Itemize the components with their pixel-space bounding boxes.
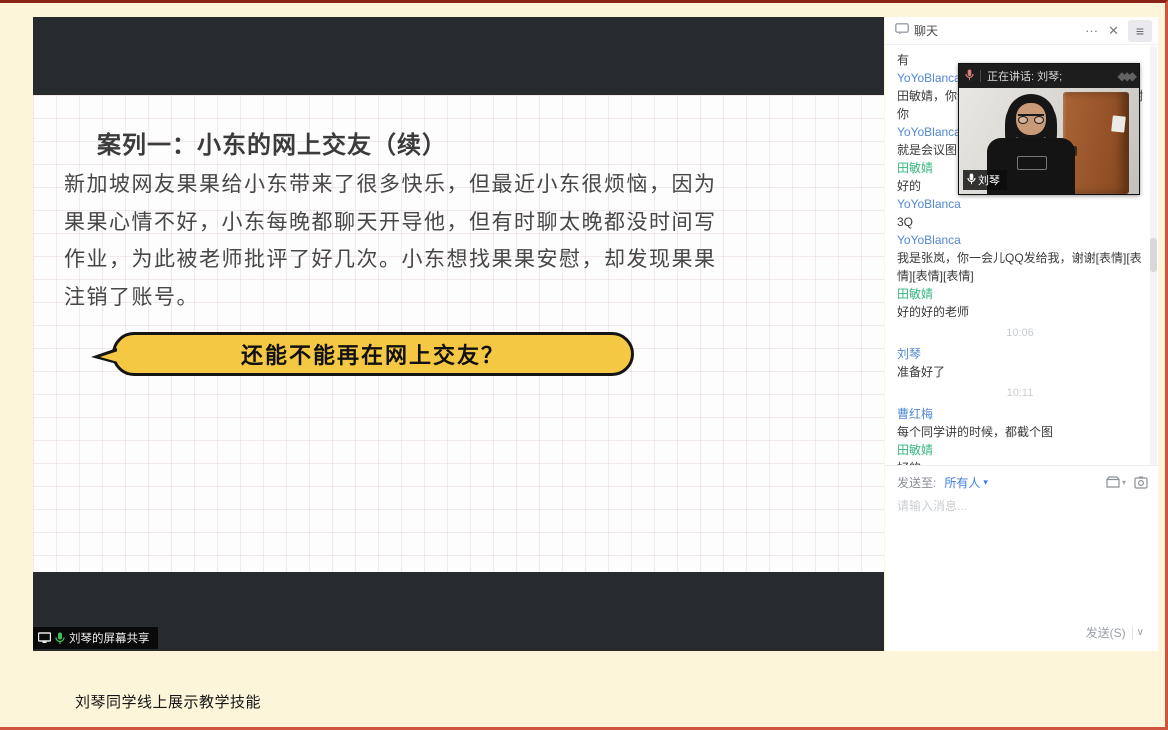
chat-message: 好的好的老师 [897, 303, 1143, 321]
video-title-bar: 正在讲话: 刘琴; ◆◆◆ [959, 64, 1139, 88]
chat-header: 聊天 ··· ✕ ≡ [885, 17, 1158, 45]
chat-title: 聊天 [914, 22, 938, 39]
video-feed: 刘琴 [959, 88, 1139, 194]
slide-title: 案列一：小东的网上交友（续） [97, 125, 884, 160]
chat-history-caret-icon[interactable]: ▾ [1122, 478, 1126, 487]
mic-on-icon [55, 632, 65, 645]
slide-body-line: 新加坡网友果果给小东带来了很多快乐，但最近小东很烦恼，因为 [64, 166, 854, 204]
slide-speech-bubble: 还能不能再在网上交友？ [112, 332, 634, 376]
slide-body: 新加坡网友果果给小东带来了很多快乐，但最近小东很烦恼，因为果果心情不好，小东每晚… [64, 166, 854, 316]
screen-icon [38, 632, 51, 644]
chat-scrollbar[interactable] [1150, 46, 1157, 466]
speaking-mic-icon [965, 69, 974, 84]
screen-share-indicator: 刘琴的屏幕共享 [33, 627, 158, 649]
message-input[interactable] [897, 497, 1147, 587]
chat-message: YoYoBlanca [897, 231, 1143, 249]
presentation-slide: 案列一：小东的网上交友（续） 新加坡网友果果给小东带来了很多快乐，但最近小东很烦… [33, 95, 884, 572]
meeting-logo-icon: ◆◆◆ [1117, 69, 1133, 83]
chat-bubble-icon [895, 23, 909, 38]
video-name-tag: 刘琴 [963, 170, 1007, 190]
chat-more-icon[interactable]: ··· [1080, 23, 1103, 38]
video-name-tag-label: 刘琴 [978, 172, 1000, 188]
screen-share-indicator-label: 刘琴的屏幕共享 [69, 630, 150, 646]
person-glasses [1018, 114, 1044, 122]
page-caption: 刘琴同学线上展示教学技能 [75, 691, 261, 712]
chat-message: 曹红梅 [897, 405, 1143, 423]
chat-message: 10:11 [897, 381, 1143, 405]
chat-message: 10:06 [897, 321, 1143, 345]
screen-share-area: 案列一：小东的网上交友（续） 新加坡网友果果给小东带来了很多快乐，但最近小东很烦… [33, 17, 884, 651]
chat-scrollbar-thumb[interactable] [1150, 238, 1157, 272]
person-shirt-graphic [1017, 156, 1047, 170]
speaking-label: 正在讲话: 刘琴; [987, 68, 1062, 84]
chat-message: 我是张岚，你一会儿QQ发给我，谢谢[表情][表情][表情][表情] [897, 249, 1143, 285]
chat-message: 田敏婧 [897, 285, 1143, 303]
speaker-video-thumbnail[interactable]: 正在讲话: 刘琴; ◆◆◆ 刘琴 [958, 63, 1140, 195]
video-title-divider [980, 70, 981, 82]
chat-history-icon[interactable]: ▾ [1106, 476, 1126, 489]
send-button[interactable]: 发送(S) [1080, 622, 1132, 643]
slide-body-line: 注销了账号。 [64, 279, 854, 317]
chat-message: YoYoBlanca [897, 195, 1143, 213]
send-to-caret-icon[interactable]: ▾ [983, 477, 988, 488]
panel-menu-icon[interactable]: ≡ [1128, 20, 1152, 42]
chat-message: 3Q [897, 213, 1143, 231]
chat-input-area: 发送至: 所有人 ▾ ▾ 发送(S) ∨ [885, 465, 1158, 651]
chat-message: 刘琴 [897, 345, 1143, 363]
slide-body-line: 果果心情不好，小东每晚都聊天开导他，但有时聊太晚都没时间写 [64, 204, 854, 242]
slide-body-line: 作业，为此被老师批评了好几次。小东想找果果安慰，却发现果果 [64, 241, 854, 279]
chat-close-icon[interactable]: ✕ [1103, 23, 1124, 39]
nametag-mic-icon [967, 173, 976, 188]
chat-message: 每个同学讲的时候，都截个图 [897, 423, 1143, 441]
chat-message: 准备好了 [897, 363, 1143, 381]
door-note-decor [1111, 115, 1126, 132]
send-to-label: 发送至: [897, 474, 936, 491]
screenshot-icon[interactable] [1134, 476, 1148, 489]
send-options-caret-icon[interactable]: ∨ [1133, 625, 1148, 640]
slide-speech-bubble-text: 还能不能再在网上交友？ [241, 338, 505, 370]
chat-message: 田敏婧 [897, 441, 1143, 459]
send-to-dropdown[interactable]: 所有人 [944, 474, 980, 491]
